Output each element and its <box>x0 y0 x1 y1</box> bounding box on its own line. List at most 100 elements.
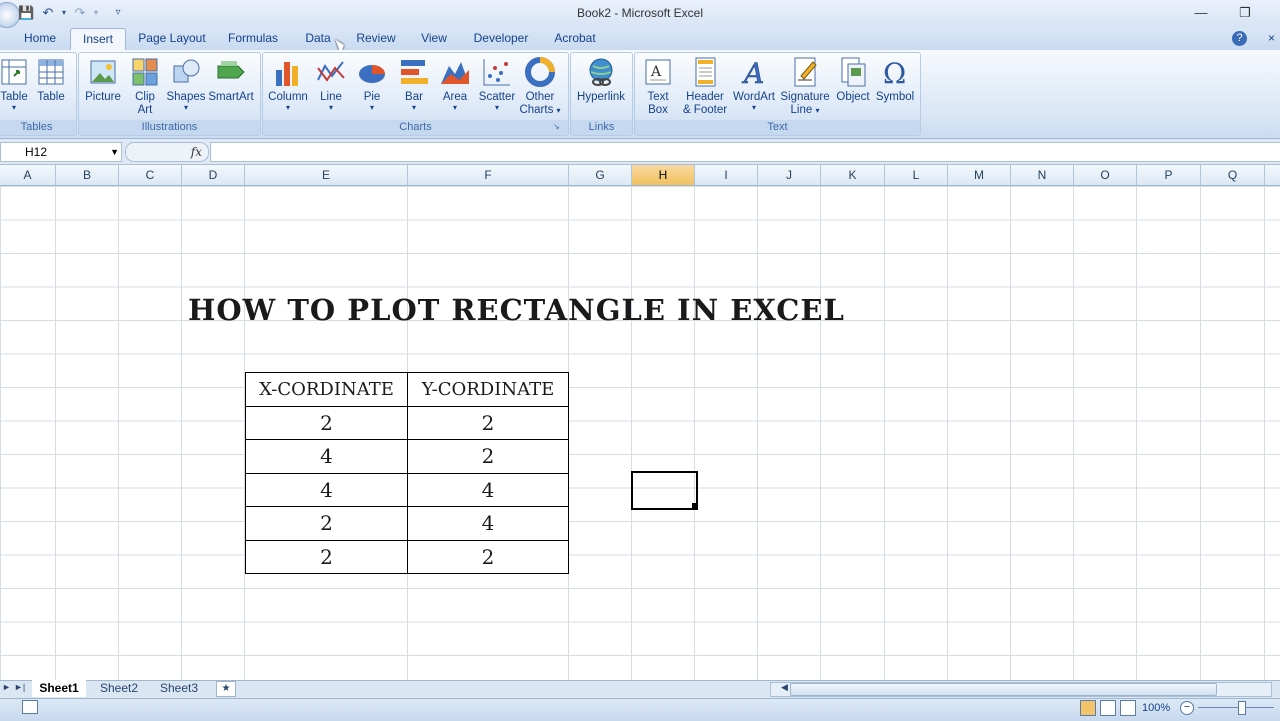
column-header-k[interactable]: K <box>821 165 885 185</box>
tab-home[interactable]: Home <box>20 28 60 50</box>
picture-icon <box>90 60 116 84</box>
column-header-b[interactable]: B <box>56 165 119 185</box>
zoom-slider-thumb[interactable] <box>1238 701 1246 715</box>
table-cell[interactable]: 2 <box>245 506 408 541</box>
scatter-dropdown-icon: ▾ <box>494 103 499 112</box>
minimize-button[interactable]: — <box>1186 4 1216 22</box>
charts-dialog-launcher-icon[interactable]: ↘ <box>553 122 560 131</box>
symbol-button[interactable]: Ω Symbol <box>874 56 916 104</box>
column-header-i[interactable]: I <box>695 165 758 185</box>
picture-button[interactable]: Picture <box>84 56 122 104</box>
tab-review[interactable]: Review <box>352 28 400 50</box>
normal-view-icon[interactable] <box>1080 700 1096 716</box>
other-charts-button[interactable]: Other Charts ▾ <box>519 56 561 117</box>
pie-chart-button[interactable]: Pie ▾ <box>353 56 391 112</box>
table-cell[interactable]: 4 <box>245 472 408 507</box>
sheet-tab-sheet3[interactable]: Sheet3 <box>152 680 206 697</box>
tab-view[interactable]: View <box>416 28 452 50</box>
column-header-g[interactable]: G <box>569 165 632 185</box>
scatter-chart-button[interactable]: Scatter ▾ <box>477 56 517 112</box>
table-row: 4 4 <box>245 472 569 507</box>
area-chart-icon <box>441 62 469 84</box>
smartart-button[interactable]: SmartArt <box>207 56 255 104</box>
column-header-f[interactable]: F <box>408 165 569 185</box>
column-header-c[interactable]: C <box>119 165 182 185</box>
gridline <box>1073 186 1074 680</box>
ribbon-close-icon[interactable]: × <box>1268 32 1280 44</box>
gridline <box>757 186 758 680</box>
column-chart-button[interactable]: Column ▾ <box>266 56 310 112</box>
clip-art-button[interactable]: Clip Art <box>128 56 162 117</box>
name-box[interactable]: H12 ▼ <box>0 142 122 162</box>
insert-sheet-icon[interactable]: ★ <box>216 681 236 697</box>
pivot-table-button[interactable]: Table ▾ <box>0 56 34 112</box>
header-cell-y[interactable]: Y-CORDINATE <box>407 372 569 407</box>
name-box-dropdown-icon[interactable]: ▼ <box>110 143 119 161</box>
page-layout-view-icon[interactable] <box>1100 700 1116 716</box>
pie-chart-icon <box>359 65 385 83</box>
fill-handle[interactable] <box>692 503 697 508</box>
shapes-button[interactable]: Shapes ▾ <box>166 56 206 112</box>
pivot-table-icon <box>1 59 27 85</box>
table-cell[interactable]: 2 <box>407 539 569 574</box>
text-box-button[interactable]: A Text Box <box>640 56 676 117</box>
worksheet-grid[interactable] <box>0 186 1280 680</box>
table-cell[interactable]: 2 <box>245 539 408 574</box>
table-cell[interactable]: 4 <box>407 472 569 507</box>
zoom-level[interactable]: 100% <box>1142 700 1170 716</box>
column-header-m[interactable]: M <box>948 165 1011 185</box>
tab-formulas[interactable]: Formulas <box>224 28 282 50</box>
sheet-tab-sheet2[interactable]: Sheet2 <box>92 680 146 697</box>
formula-input[interactable] <box>210 142 1280 162</box>
bar-chart-button[interactable]: Bar ▾ <box>396 56 432 112</box>
table-cell[interactable]: 4 <box>245 439 408 474</box>
macro-record-icon[interactable] <box>22 700 38 714</box>
table-cell[interactable]: 2 <box>245 405 408 440</box>
bar-dropdown-icon: ▾ <box>411 103 416 112</box>
tab-page-layout[interactable]: Page Layout <box>132 28 212 50</box>
column-header-a[interactable]: A <box>0 165 56 185</box>
sheet-tab-sheet1[interactable]: Sheet1 <box>32 680 86 697</box>
column-header-p[interactable]: P <box>1137 165 1201 185</box>
column-header-e[interactable]: E <box>245 165 408 185</box>
tab-data[interactable]: Data <box>300 28 336 50</box>
table-icon <box>38 59 64 85</box>
header-footer-icon <box>695 57 716 87</box>
column-header-q[interactable]: Q <box>1201 165 1265 185</box>
tab-developer[interactable]: Developer <box>470 28 532 50</box>
prev-sheet-icon[interactable]: ► <box>2 682 11 692</box>
column-header-d[interactable]: D <box>182 165 245 185</box>
last-sheet-icon[interactable]: ►| <box>14 682 25 692</box>
column-header-l[interactable]: L <box>885 165 948 185</box>
area-chart-button[interactable]: Area ▾ <box>436 56 474 112</box>
scroll-left-icon[interactable]: ◀ <box>781 682 788 693</box>
table-button[interactable]: Table <box>32 56 70 104</box>
table-cell[interactable]: 2 <box>407 439 569 474</box>
wordart-icon: A <box>741 57 765 88</box>
column-header-j[interactable]: J <box>758 165 821 185</box>
header-footer-button[interactable]: Header & Footer <box>680 56 730 117</box>
tab-acrobat[interactable]: Acrobat <box>550 28 600 50</box>
zoom-out-icon[interactable]: − <box>1180 701 1194 715</box>
table-cell[interactable]: 2 <box>407 405 569 440</box>
object-button[interactable]: Object <box>834 56 872 104</box>
column-header-n[interactable]: N <box>1011 165 1074 185</box>
wordart-button[interactable]: A WordArt ▾ <box>731 56 777 112</box>
hyperlink-button[interactable]: Hyperlink <box>574 56 628 104</box>
header-cell-x[interactable]: X-CORDINATE <box>245 372 408 407</box>
column-header-h[interactable]: H <box>632 165 695 185</box>
horizontal-scroll-thumb[interactable] <box>790 683 1217 696</box>
table-cell[interactable]: 4 <box>407 506 569 541</box>
restore-button[interactable]: ❐ <box>1230 4 1260 22</box>
symbol-label: Symbol <box>875 91 915 103</box>
column-header-o[interactable]: O <box>1074 165 1137 185</box>
line-chart-button[interactable]: Line ▾ <box>313 56 349 112</box>
signature-line-button[interactable]: Signature Line ▾ <box>779 56 831 117</box>
page-break-view-icon[interactable] <box>1120 700 1136 716</box>
active-cell-h12[interactable] <box>631 471 698 510</box>
sheet-title-cell[interactable]: HOW TO PLOT RECTANGLE IN EXCEL <box>188 292 844 328</box>
tab-insert[interactable]: Insert <box>70 28 126 51</box>
insert-function-icon[interactable]: fx <box>191 143 202 161</box>
help-icon[interactable]: ? <box>1232 31 1247 46</box>
zoom-slider-track[interactable] <box>1198 707 1274 708</box>
